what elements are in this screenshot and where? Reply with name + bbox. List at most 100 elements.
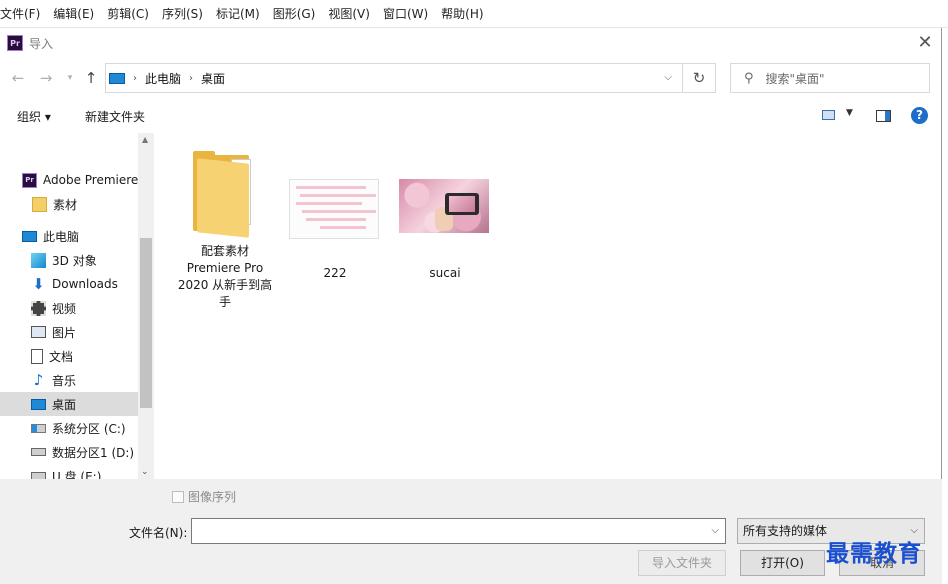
recent-locations-chevron-icon[interactable]: ▾	[60, 68, 80, 88]
file-name: 222	[323, 266, 347, 280]
scroll-up-icon[interactable]: ▲	[142, 135, 148, 144]
search-box[interactable]: ⚲ 搜索"桌面"	[730, 63, 930, 93]
premiere-logo-icon: Pr	[7, 35, 23, 51]
3d-objects-icon	[31, 252, 46, 268]
scroll-down-icon[interactable]: ⌄	[141, 467, 149, 477]
breadcrumb-separator-icon: ›	[133, 72, 137, 84]
command-toolbar: 组织 ▾ 新建文件夹 ▼ ?	[0, 102, 942, 130]
nav-item-videos[interactable]: 视频	[0, 296, 138, 320]
file-list: 配套素材 Premiere Pro 2020 从新手到高手 222 sucai	[155, 133, 942, 479]
nav-item-label: 桌面	[52, 397, 77, 412]
computer-icon	[109, 72, 125, 84]
dialog-footer: 图像序列 文件名(N): ⌵ 所有支持的媒体 ⌵ 导入文件夹 打开(O) 取消	[0, 479, 942, 584]
nav-item-drive-c[interactable]: 系统分区 (C:)	[0, 416, 138, 440]
menu-graphics[interactable]: 图形(G)	[273, 5, 316, 22]
image-thumbnail	[399, 179, 489, 233]
back-arrow-icon[interactable]: ←	[8, 68, 28, 88]
nav-item-drive-e[interactable]: U 盘 (E:)	[0, 464, 138, 479]
watermark-text: 最需教育	[826, 540, 922, 567]
video-icon	[31, 300, 46, 316]
scrollbar-thumb[interactable]	[140, 238, 152, 408]
navigation-pane: Pr Adobe Premiere 素材 此电脑 3D 对象 ⬇ Downloa…	[0, 133, 154, 479]
import-folder-button[interactable]: 导入文件夹	[638, 550, 726, 576]
filename-label: 文件名(N):	[129, 526, 188, 540]
address-row: ← → ▾ ↑ › 此电脑 › 桌面 ⌵ ↻ ⚲ 搜索"桌面"	[0, 62, 942, 94]
menu-file[interactable]: 文件(F)	[0, 5, 40, 22]
drive-icon	[31, 448, 46, 456]
documents-icon	[31, 348, 43, 364]
download-arrow-icon: ⬇	[32, 274, 45, 293]
new-folder-button[interactable]: 新建文件夹	[85, 108, 145, 125]
nav-item-label: 系统分区 (C:)	[52, 421, 126, 436]
view-mode-icon[interactable]	[822, 110, 835, 120]
nav-item-pictures[interactable]: 图片	[0, 320, 138, 344]
filename-input[interactable]: ⌵	[191, 518, 726, 544]
chevron-down-icon[interactable]: ⌵	[664, 72, 672, 83]
nav-item-sucai[interactable]: 素材	[0, 192, 138, 216]
help-icon[interactable]: ?	[911, 107, 928, 124]
open-button[interactable]: 打开(O)	[740, 550, 825, 576]
nav-item-label: 音乐	[52, 373, 77, 388]
menu-help[interactable]: 帮助(H)	[441, 5, 483, 22]
preview-pane-icon[interactable]	[876, 110, 891, 122]
file-name: 配套素材 Premiere Pro 2020 从新手到高手	[177, 244, 273, 309]
app-menubar: 文件(F) 编辑(E) 剪辑(C) 序列(S) 标记(M) 图形(G) 视图(V…	[0, 0, 948, 28]
nav-item-label: 数据分区1 (D:)	[52, 445, 135, 460]
image-sequence-label: 图像序列	[188, 490, 237, 504]
nav-item-label: 3D 对象	[52, 253, 97, 268]
menu-sequence[interactable]: 序列(S)	[162, 5, 203, 22]
search-icon: ⚲	[744, 70, 754, 86]
nav-item-3d-objects[interactable]: 3D 对象	[0, 248, 138, 272]
desktop-icon	[31, 398, 46, 410]
nav-item-desktop[interactable]: 桌面	[0, 392, 138, 416]
menu-edit[interactable]: 编辑(E)	[53, 5, 94, 22]
windows-drive-icon	[31, 423, 46, 433]
nav-item-label: 文档	[49, 349, 74, 364]
music-note-icon: ♪	[33, 370, 44, 389]
search-placeholder: 搜索"桌面"	[765, 71, 825, 86]
organize-button[interactable]: 组织 ▾	[17, 108, 51, 125]
menu-clip[interactable]: 剪辑(C)	[107, 5, 149, 22]
nav-item-label: Downloads	[52, 277, 118, 291]
menu-view[interactable]: 视图(V)	[328, 5, 370, 22]
dialog-titlebar: Pr 导入 ✕	[0, 28, 942, 58]
chevron-down-icon[interactable]: ▼	[846, 108, 853, 118]
usb-drive-icon	[31, 472, 46, 479]
menu-marker[interactable]: 标记(M)	[216, 5, 260, 22]
nav-item-documents[interactable]: 文档	[0, 344, 138, 368]
nav-scrollbar[interactable]: ▲ ⌄	[138, 133, 154, 479]
forward-arrow-icon[interactable]: →	[36, 68, 56, 88]
nav-item-music[interactable]: ♪ 音乐	[0, 368, 138, 392]
nav-item-downloads[interactable]: ⬇ Downloads	[0, 272, 138, 296]
import-dialog: Pr 导入 ✕ ← → ▾ ↑ › 此电脑 › 桌面 ⌵ ↻ ⚲ 搜索"桌面" …	[0, 28, 942, 584]
menu-window[interactable]: 窗口(W)	[383, 5, 428, 22]
nav-item-label: 此电脑	[43, 229, 80, 244]
breadcrumb-separator-icon: ›	[189, 72, 194, 84]
computer-icon	[22, 230, 37, 242]
refresh-icon[interactable]: ↻	[683, 63, 716, 93]
breadcrumb-this-pc[interactable]: 此电脑	[145, 70, 181, 87]
checkbox-box[interactable]	[172, 490, 184, 503]
nav-item-label: 图片	[52, 325, 77, 340]
up-arrow-icon[interactable]: ↑	[81, 68, 101, 88]
nav-item-adobe-premiere[interactable]: Pr Adobe Premiere	[0, 168, 138, 192]
folder-icon	[32, 196, 47, 212]
dialog-title: 导入	[29, 36, 54, 51]
nav-item-label: 视频	[52, 301, 77, 316]
folder-icon	[193, 151, 257, 238]
nav-item-this-pc[interactable]: 此电脑	[0, 224, 138, 248]
image-thumbnail	[289, 179, 379, 239]
pictures-icon	[31, 326, 46, 338]
address-bar[interactable]: › 此电脑 › 桌面 ⌵	[105, 63, 683, 93]
nav-item-label: U 盘 (E:)	[52, 469, 102, 480]
nav-item-drive-d[interactable]: 数据分区1 (D:)	[0, 440, 138, 464]
premiere-icon: Pr	[22, 172, 37, 188]
close-icon[interactable]: ✕	[914, 32, 936, 54]
file-type-value: 所有支持的媒体	[743, 524, 828, 538]
image-sequence-checkbox[interactable]: 图像序列	[172, 488, 236, 505]
chevron-down-icon[interactable]: ⌵	[711, 525, 719, 536]
breadcrumb-desktop[interactable]: 桌面	[201, 70, 225, 87]
nav-item-label: Adobe Premiere	[43, 173, 139, 187]
nav-item-label: 素材	[53, 197, 78, 212]
file-name: sucai	[429, 266, 461, 280]
